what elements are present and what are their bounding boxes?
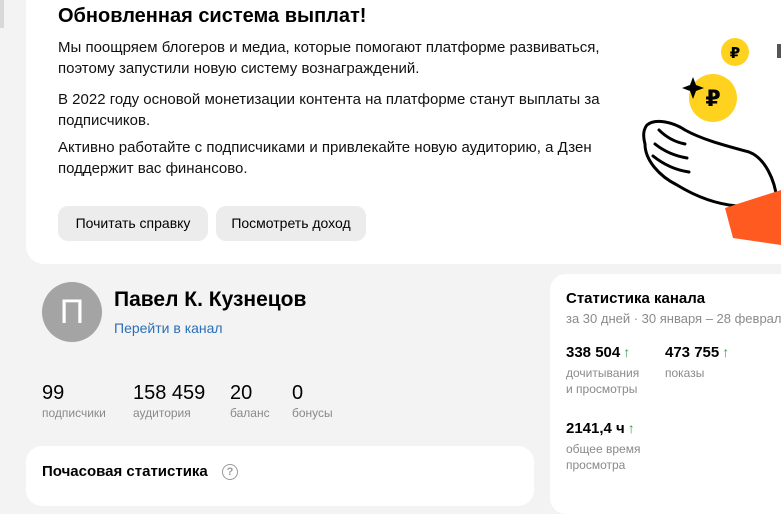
channel-stat-watch-time: 2141,4 ч ↑ общее время просмотра [566, 420, 640, 473]
stat-balance: 20 баланс [230, 382, 270, 420]
stat-audience: 158 459 аудитория [133, 382, 205, 420]
read-help-button[interactable]: Почитать справку [58, 206, 208, 241]
stat-label: подписчики [42, 406, 106, 420]
avatar[interactable]: П [42, 282, 102, 342]
channel-stats-title: Статистика канала [566, 290, 706, 307]
svg-text:₽: ₽ [705, 87, 720, 112]
banner-paragraph-3: Активно работайте с подписчиками и привл… [58, 139, 592, 177]
svg-text:₽: ₽ [730, 44, 740, 62]
stat-value: 473 755 [665, 344, 720, 361]
arrow-up-icon: ↑ [627, 420, 635, 436]
stat-label: общее время просмотра [566, 442, 641, 472]
stat-bonuses: 0 бонусы [292, 382, 333, 420]
stat-value: 20 [230, 382, 253, 404]
channel-stat-impressions: 473 755 ↑ показы [665, 344, 729, 381]
stat-value: 158 459 [133, 382, 206, 404]
banner-paragraph-1: Мы поощряем блогеров и медиа, которые по… [58, 39, 600, 77]
left-edge-marker [0, 0, 4, 28]
coins-hand-illustration: ₽ ₽ [642, 38, 781, 245]
stat-label: показы [665, 366, 705, 380]
go-to-channel-link[interactable]: Перейти в канал [114, 320, 223, 336]
stat-value: 2141,4 ч [566, 420, 625, 437]
stat-label: аудитория [133, 406, 191, 420]
arrow-up-icon: ↑ [722, 344, 730, 360]
banner-paragraph-2: В 2022 году основой монетизации контента… [58, 91, 600, 129]
view-income-button[interactable]: Посмотреть доход [216, 206, 366, 241]
channel-stat-reads: 338 504 ↑ дочитывания и просмотры [566, 344, 639, 397]
profile-name: Павел К. Кузнецов [114, 288, 307, 311]
arrow-up-icon: ↑ [623, 344, 631, 360]
channel-stats-period: за 30 дней · 30 января – 28 февраля [566, 311, 781, 326]
stat-value: 99 [42, 382, 65, 404]
hourly-stats-title: Почасовая статистика [42, 463, 208, 480]
stat-subscribers: 99 подписчики [42, 382, 106, 420]
stat-label: бонусы [292, 406, 333, 420]
help-icon[interactable]: ? [222, 464, 238, 480]
stat-label: баланс [230, 406, 270, 420]
stat-value: 338 504 [566, 344, 621, 361]
stat-value: 0 [292, 382, 304, 404]
banner-title: Обновленная система выплат! [58, 5, 367, 27]
stat-label: дочитывания и просмотры [566, 366, 640, 396]
